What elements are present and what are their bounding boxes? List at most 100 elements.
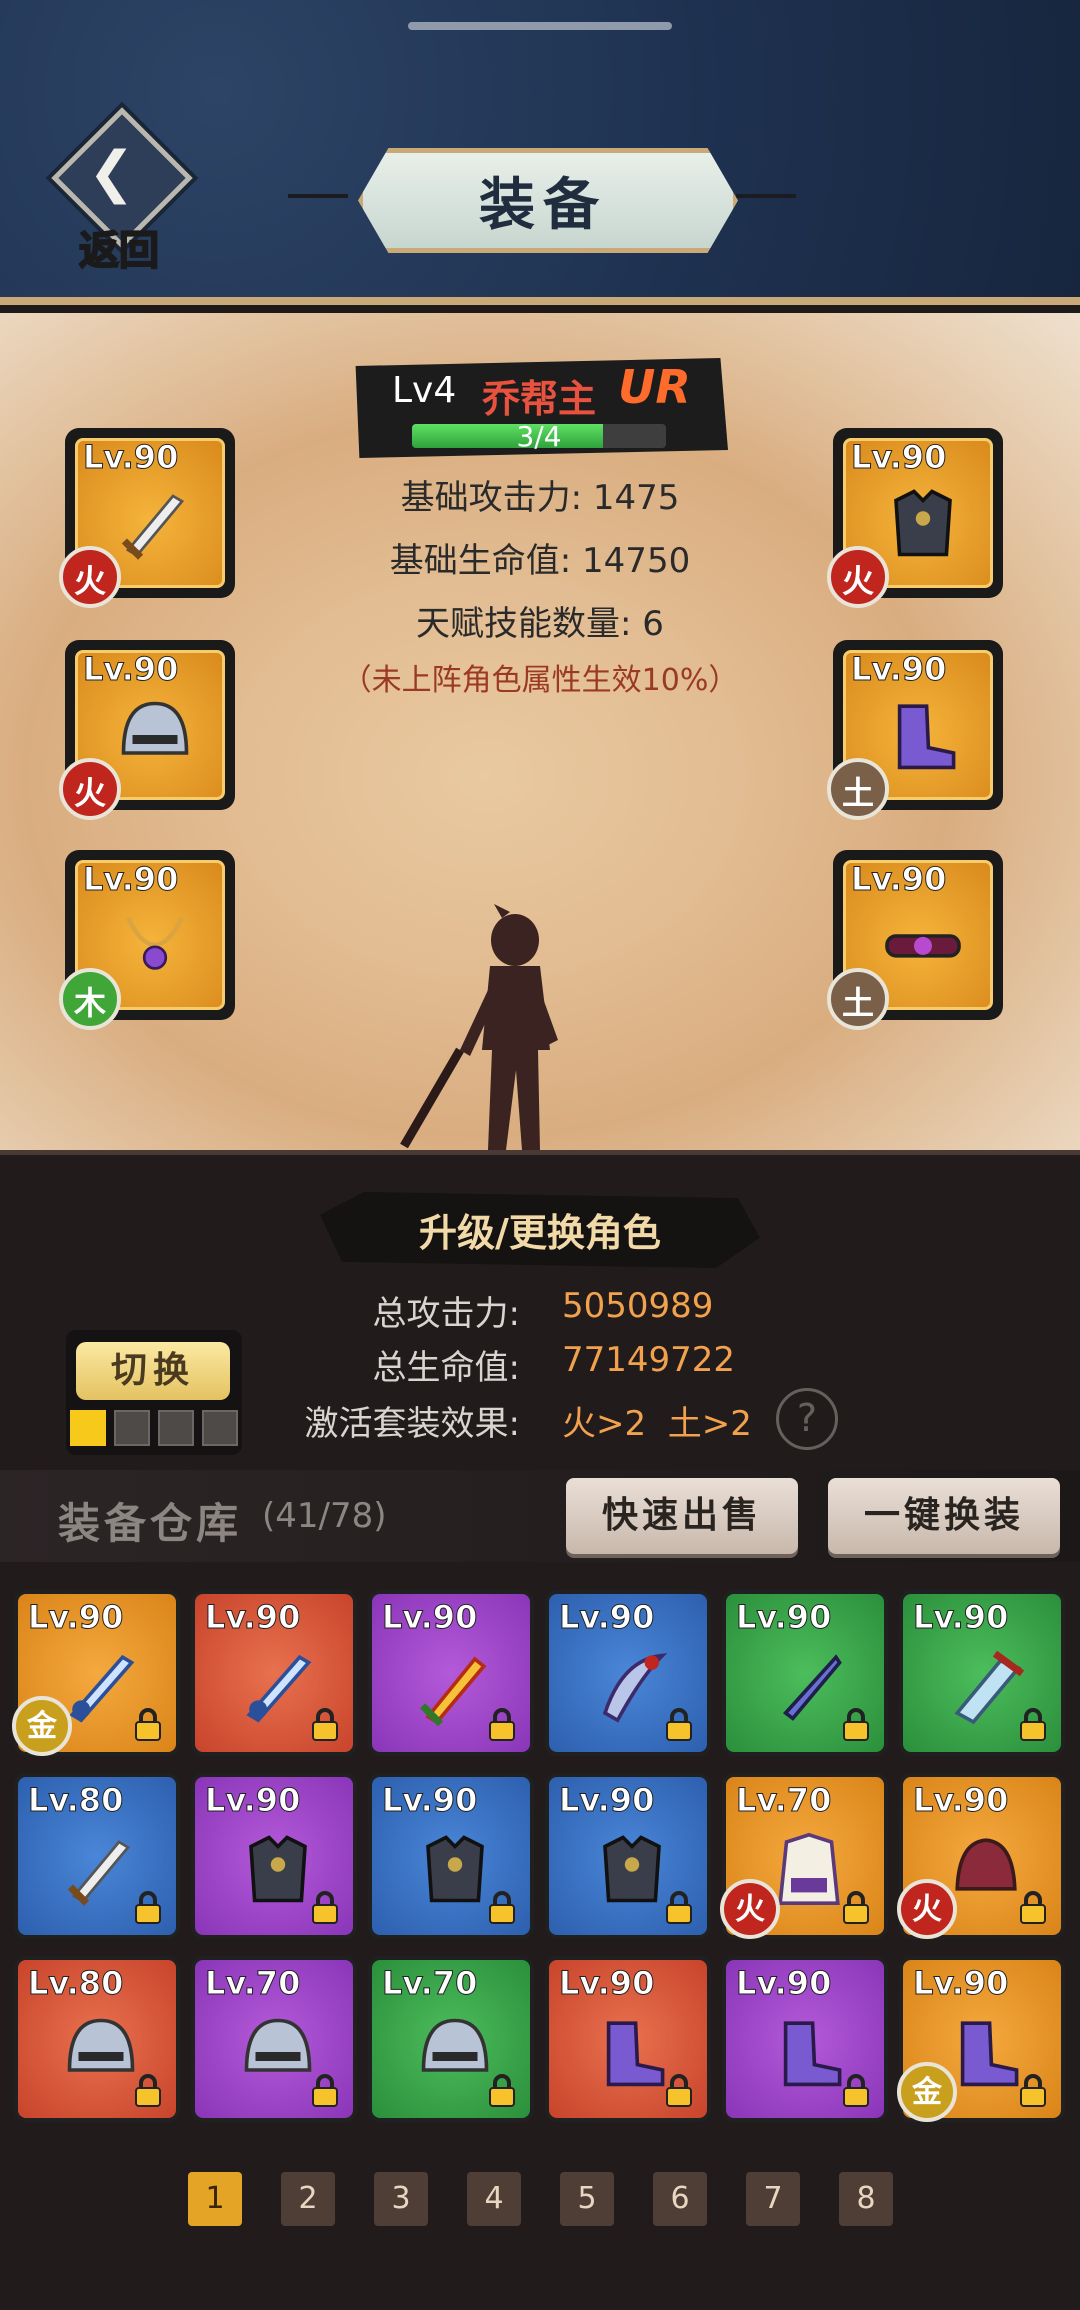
- title-plate: 装备: [288, 148, 796, 253]
- warehouse-item[interactable]: Lv.90 金: [12, 1590, 180, 1756]
- warehouse-item[interactable]: Lv.90 火: [897, 1773, 1065, 1939]
- warehouse-item[interactable]: Lv.90: [722, 1956, 888, 2122]
- set-effect-value: 火>2 土>2: [562, 1404, 752, 1444]
- warehouse-item[interactable]: Lv.90: [368, 1590, 534, 1756]
- page-button[interactable]: 3: [374, 2172, 428, 2226]
- equipped-slot[interactable]: Lv.90 火: [827, 428, 1003, 608]
- quick-sell-button[interactable]: 快速出售: [566, 1478, 798, 1554]
- page-button[interactable]: 6: [653, 2172, 707, 2226]
- total-attack-value: 5050989: [562, 1286, 714, 1326]
- total-hp-label: 总生命值:: [372, 1348, 520, 1388]
- item-level: Lv.90: [381, 1781, 478, 1820]
- item-level: Lv.70: [735, 1781, 832, 1820]
- equipped-slot[interactable]: Lv.90 火: [59, 640, 235, 820]
- lock-icon: [661, 1706, 697, 1742]
- warehouse-item[interactable]: Lv.70: [368, 1956, 534, 2122]
- item-level: Lv.90: [912, 1781, 1009, 1820]
- help-button[interactable]: ?: [776, 1388, 838, 1450]
- base-attack: 基础攻击力: 1475: [400, 478, 680, 518]
- item-level: Lv.90: [558, 1781, 655, 1820]
- item-level: Lv.90: [912, 1964, 1009, 2003]
- back-button[interactable]: ❮ 返回: [42, 107, 193, 275]
- element-badge: 火: [827, 546, 889, 608]
- warehouse-item[interactable]: Lv.90: [722, 1590, 888, 1756]
- element-badge: 土: [827, 758, 889, 820]
- back-arrow-icon: ❮: [88, 140, 135, 205]
- title-ornament-left: [288, 194, 348, 198]
- warehouse-item[interactable]: Lv.90: [191, 1590, 357, 1756]
- item-level: Lv.90: [381, 1598, 478, 1637]
- page-button[interactable]: 1: [188, 2172, 242, 2226]
- lock-icon: [130, 1889, 166, 1925]
- lock-icon: [1015, 1706, 1051, 1742]
- warehouse-item[interactable]: Lv.80: [14, 1956, 180, 2122]
- warehouse-item[interactable]: Lv.90: [545, 1956, 711, 2122]
- belt-icon: [878, 900, 968, 990]
- equipped-slot[interactable]: Lv.90 火: [59, 428, 235, 608]
- warehouse-item[interactable]: Lv.70 火: [720, 1773, 888, 1939]
- switch-page-dot: [158, 1410, 194, 1446]
- warehouse-item[interactable]: Lv.90: [545, 1590, 711, 1756]
- equipped-slot[interactable]: Lv.90 木: [59, 850, 235, 1030]
- lock-icon: [130, 1706, 166, 1742]
- equipped-slot[interactable]: Lv.90 土: [827, 640, 1003, 820]
- page-button[interactable]: 2: [281, 2172, 335, 2226]
- lock-icon: [307, 2072, 343, 2108]
- warehouse-item[interactable]: Lv.70: [191, 1956, 357, 2122]
- element-badge: 木: [59, 968, 121, 1030]
- lock-icon: [661, 1889, 697, 1925]
- slot-level: Lv.90: [82, 650, 179, 689]
- hero-rarity-badge: UR: [618, 360, 691, 414]
- lock-icon: [307, 1706, 343, 1742]
- lock-icon: [1015, 2072, 1051, 2108]
- hero-level: Lv4: [392, 370, 457, 411]
- warehouse-item[interactable]: Lv.90: [545, 1773, 711, 1939]
- lock-icon: [1015, 1889, 1051, 1925]
- lock-icon: [838, 2072, 874, 2108]
- title-ornament-right: [736, 194, 796, 198]
- switch-page-dot: [202, 1410, 238, 1446]
- element-badge: 火: [59, 546, 121, 608]
- warehouse-item[interactable]: Lv.90: [368, 1773, 534, 1939]
- warehouse-item[interactable]: Lv.90: [899, 1590, 1065, 1756]
- home-indicator: [408, 22, 672, 30]
- lock-icon: [838, 1706, 874, 1742]
- item-level: Lv.90: [204, 1781, 301, 1820]
- slot-level: Lv.90: [850, 650, 947, 689]
- lock-icon: [838, 1889, 874, 1925]
- helmet-icon: [110, 690, 200, 780]
- switch-page-dot: [114, 1410, 150, 1446]
- lock-icon: [130, 2072, 166, 2108]
- slot-level: Lv.90: [82, 860, 179, 899]
- boots-icon: [878, 690, 968, 780]
- hero-silhouette: [400, 904, 558, 1150]
- item-level: Lv.90: [558, 1964, 655, 2003]
- hero-name: 乔帮主: [482, 377, 597, 421]
- item-level: Lv.70: [204, 1964, 301, 2003]
- warehouse-item[interactable]: Lv.90: [191, 1773, 357, 1939]
- sword-icon: [110, 478, 200, 568]
- warehouse-title: 装备仓库: [58, 1499, 243, 1548]
- total-hp-value: 77149722: [562, 1340, 736, 1380]
- switch-page-dot: [70, 1410, 106, 1446]
- item-level: Lv.70: [381, 1964, 478, 2003]
- total-attack-label: 总攻击力:: [372, 1294, 520, 1334]
- auto-equip-button[interactable]: 一键换装: [828, 1478, 1060, 1554]
- lock-icon: [484, 1889, 520, 1925]
- item-level: Lv.90: [27, 1598, 124, 1637]
- switch-button[interactable]: 切换: [76, 1342, 230, 1400]
- slot-level: Lv.90: [850, 860, 947, 899]
- warehouse-item[interactable]: Lv.80: [14, 1773, 180, 1939]
- page-button[interactable]: 7: [746, 2172, 800, 2226]
- slot-level: Lv.90: [850, 438, 947, 477]
- page-button[interactable]: 8: [839, 2172, 893, 2226]
- hero-progress-text: 3/4: [516, 420, 562, 453]
- equipped-slot[interactable]: Lv.90 土: [827, 850, 1003, 1030]
- element-badge: 金: [12, 1696, 72, 1756]
- item-level: Lv.90: [912, 1598, 1009, 1637]
- upgrade-button-label[interactable]: 升级/更换角色: [320, 1202, 760, 1257]
- back-label: 返回: [78, 227, 160, 275]
- page-button[interactable]: 5: [560, 2172, 614, 2226]
- warehouse-item[interactable]: Lv.90 金: [897, 1956, 1065, 2122]
- page-button[interactable]: 4: [467, 2172, 521, 2226]
